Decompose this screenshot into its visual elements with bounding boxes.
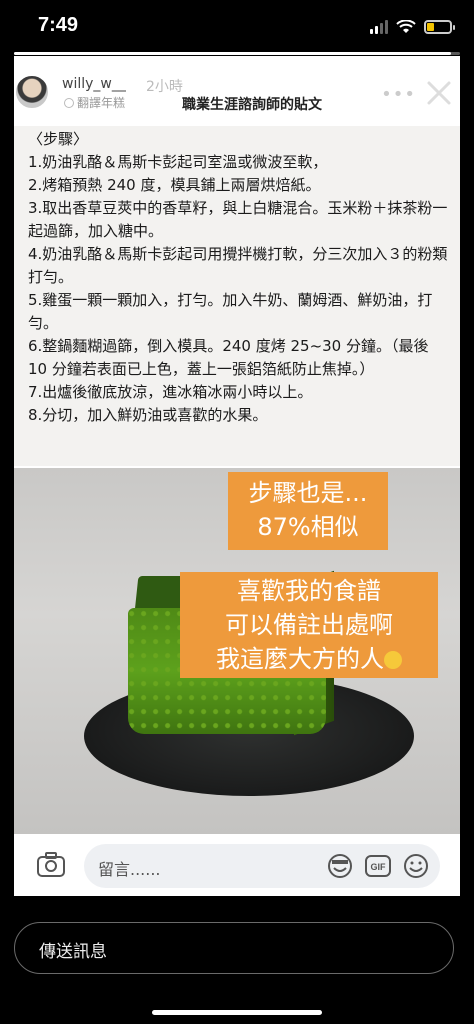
post-title: 職業生涯諮詢師的貼文 <box>182 97 322 113</box>
step-item: 7.出爐後徹底放涼，進冰箱冰兩小時以上。 <box>28 383 313 401</box>
status-icons <box>370 20 455 34</box>
gif-icon[interactable]: GIF <box>364 852 392 880</box>
wifi-icon <box>396 20 416 33</box>
story-frame: willy_w__ 2小時 翻譯年糕 職業生涯諮詢師的貼文 ••• 〈步驟〉 1… <box>14 56 460 896</box>
ellipsis-icon[interactable]: ••• <box>381 84 416 105</box>
step-item: 8.分切，加入鮮奶油或喜歡的水果。 <box>28 406 268 424</box>
comment-input[interactable]: 留言...... GIF <box>84 844 440 888</box>
signal-icon <box>370 20 388 34</box>
battery-level <box>427 23 434 31</box>
story-progress-track <box>14 52 460 55</box>
step-item: 4.奶油乳酪＆馬斯卡彭起司用攪拌機打軟，分三次加入３的粉類打勻。 <box>28 245 448 286</box>
cake-photo: 步驟也是... 87%相似 喜歡我的食譜 可以備註出處啊 我這麼大方的人 <box>14 468 460 834</box>
step-item: 2.烤箱預熱 240 度，模具鋪上兩層烘焙紙。 <box>28 176 321 194</box>
battery-icon <box>424 20 455 34</box>
overlay-line: 步驟也是... <box>248 479 368 507</box>
translate-text: 翻譯年糕 <box>77 96 126 110</box>
comment-placeholder: 留言...... <box>98 860 161 879</box>
post-time: 2小時 <box>146 79 183 95</box>
step-item: 5.雞蛋一顆一顆加入，打勻。加入牛奶、蘭姆酒、鮮奶油，打勻。 <box>28 291 433 332</box>
sticker-icon[interactable] <box>326 852 354 880</box>
svg-text:GIF: GIF <box>371 862 387 872</box>
close-icon[interactable] <box>422 76 456 110</box>
recipe-steps: 〈步驟〉 1.奶油乳酪＆馬斯卡彭起司室溫或微波至軟， 2.烤箱預熱 240 度，… <box>14 126 460 466</box>
globe-icon <box>64 98 74 108</box>
translate-label[interactable]: 翻譯年糕 <box>64 94 125 111</box>
status-bar: 7:49 <box>0 0 474 56</box>
tear-emoji-icon <box>384 651 402 669</box>
camera-icon[interactable] <box>36 852 66 878</box>
overlay-line: 可以備註出處啊 <box>225 611 393 639</box>
step-item: 6.整鍋麵糊過篩，倒入模具。240 度烤 25~30 分鐘。（最後 10 分鐘若… <box>28 337 429 378</box>
overlay-line: 87%相似 <box>257 513 359 541</box>
step-item: 3.取出香草豆莢中的香草籽，與上白糖混合。玉米粉＋抹茶粉一起過篩，加入糖中。 <box>28 199 448 240</box>
comment-icons: GIF <box>326 852 430 880</box>
overlay-line-with-emoji: 我這麼大方的人 <box>180 642 438 676</box>
send-message-placeholder: 傳送訊息 <box>39 942 107 962</box>
status-time: 7:49 <box>38 14 79 36</box>
overlay-text-box: 喜歡我的食譜 可以備註出處啊 我這麼大方的人 <box>180 572 438 678</box>
comment-bar: 留言...... GIF <box>14 836 460 896</box>
overlay-line: 喜歡我的食譜 <box>237 577 381 605</box>
avatar[interactable] <box>14 74 50 110</box>
story-progress-bar <box>14 52 452 55</box>
overlay-line: 我這麼大方的人 <box>216 645 384 673</box>
overlay-text-box: 步驟也是... 87%相似 <box>228 472 388 550</box>
emoji-icon[interactable] <box>402 852 430 880</box>
step-item: 1.奶油乳酪＆馬斯卡彭起司室溫或微波至軟， <box>28 153 328 171</box>
home-indicator[interactable] <box>152 1010 322 1015</box>
username[interactable]: willy_w__ <box>62 76 126 92</box>
steps-heading: 〈步驟〉 <box>28 130 89 148</box>
send-message-input[interactable]: 傳送訊息 <box>14 922 454 974</box>
story-header: willy_w__ 2小時 翻譯年糕 職業生涯諮詢師的貼文 ••• <box>14 56 460 126</box>
